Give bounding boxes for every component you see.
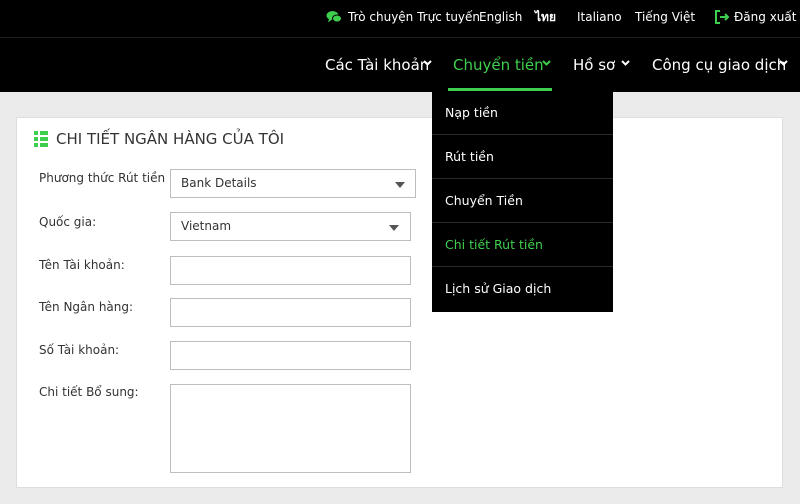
nav-accounts[interactable]: Các Tài khoản: [325, 56, 429, 74]
additional-details-label: Chi tiết Bổ sung:: [39, 385, 139, 399]
chat-icon: [326, 11, 342, 23]
country-select[interactable]: Vietnam: [170, 212, 411, 241]
transfer-dropdown-menu: Nạp tiền Rút tiền Chuyển Tiền Chi tiết R…: [432, 91, 613, 312]
language-thai[interactable]: ไทย: [535, 10, 556, 24]
chevron-down-icon: [423, 60, 432, 66]
nav-trading-tools[interactable]: Công cụ giao dịch: [652, 56, 786, 74]
account-number-label: Số Tài khoản:: [39, 343, 120, 357]
menu-item-deposit[interactable]: Nạp tiền: [432, 91, 613, 135]
menu-item-withdraw-details[interactable]: Chi tiết Rút tiền: [432, 223, 613, 267]
logout-icon: [715, 10, 730, 24]
chevron-down-icon: [779, 60, 788, 66]
menu-item-label: Nạp tiền: [445, 105, 498, 120]
nav-profile[interactable]: Hồ sơ: [573, 56, 615, 74]
account-name-input[interactable]: [170, 256, 411, 285]
language-english[interactable]: English: [479, 10, 522, 24]
language-vietnamese[interactable]: Tiếng Việt: [635, 10, 695, 24]
withdraw-method-value: Bank Details: [181, 176, 257, 190]
withdraw-method-label: Phương thức Rút tiền :: [39, 171, 173, 185]
menu-item-label: Rút tiền: [445, 149, 494, 164]
top-bar: Trò chuyện Trực tuyến English ไทย Italia…: [0, 0, 800, 38]
caret-down-icon: [389, 225, 399, 231]
nav-transfer[interactable]: Chuyển tiền: [453, 56, 544, 74]
menu-item-label: Lịch sử Giao dịch: [445, 281, 552, 296]
country-value: Vietnam: [181, 219, 232, 233]
chevron-down-icon: [621, 60, 630, 66]
withdraw-method-select[interactable]: Bank Details: [170, 169, 416, 198]
menu-item-label: Chuyển Tiền: [445, 193, 523, 208]
additional-details-textarea[interactable]: [170, 384, 411, 473]
logout-link[interactable]: Đăng xuất: [734, 10, 796, 24]
list-icon: [34, 131, 48, 147]
menu-item-transfer[interactable]: Chuyển Tiền: [432, 179, 613, 223]
account-number-input[interactable]: [170, 341, 411, 370]
bank-name-label: Tên Ngân hàng:: [39, 300, 134, 314]
main-nav: Các Tài khoản Chuyển tiền Hồ sơ Công cụ …: [0, 38, 800, 92]
language-italian[interactable]: Italiano: [577, 10, 622, 24]
country-label: Quốc gia:: [39, 215, 97, 229]
caret-down-icon: [395, 182, 405, 188]
bank-name-input[interactable]: [170, 298, 411, 327]
menu-item-transaction-history[interactable]: Lịch sử Giao dịch: [432, 267, 613, 311]
card-title: CHI TIẾT NGÂN HÀNG CỦA TÔI: [56, 130, 285, 148]
live-chat-link[interactable]: Trò chuyện Trực tuyến: [348, 10, 480, 24]
menu-item-withdraw[interactable]: Rút tiền: [432, 135, 613, 179]
chevron-down-icon: [542, 60, 551, 66]
account-name-label: Tên Tài khoản:: [39, 258, 125, 272]
menu-item-label: Chi tiết Rút tiền: [445, 237, 543, 252]
